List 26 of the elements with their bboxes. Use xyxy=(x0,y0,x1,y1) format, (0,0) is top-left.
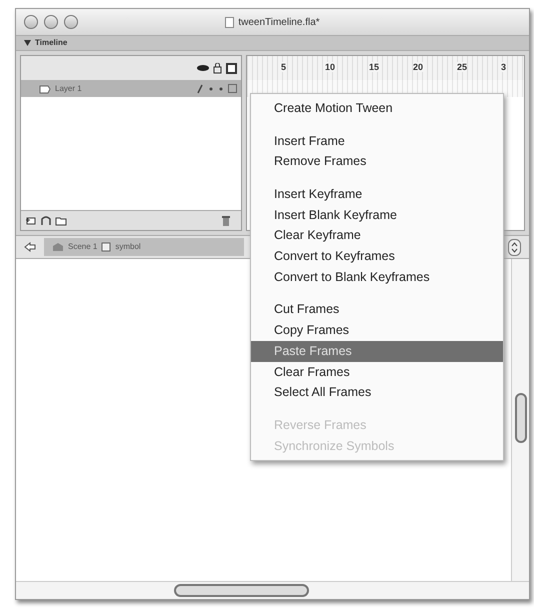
symbol-link[interactable]: symbol xyxy=(115,241,141,253)
frame-number: 5 xyxy=(281,61,288,74)
menu-item[interactable]: Insert Blank Keyframe xyxy=(251,204,503,226)
layer-row[interactable]: Layer 1 xyxy=(21,80,241,97)
menu-item[interactable]: Remove Frames xyxy=(251,151,503,172)
frame-number: 3 xyxy=(501,61,508,74)
menu-item[interactable]: Select All Frames xyxy=(251,382,503,403)
menu-item[interactable]: Insert Keyframe xyxy=(251,184,503,205)
menu-item[interactable]: Insert Frame xyxy=(251,130,503,152)
frame-number: 10 xyxy=(325,61,336,74)
window-title: tweenTimeline.fla* xyxy=(238,16,320,30)
panel-header[interactable]: Timeline xyxy=(16,35,529,51)
menu-item[interactable]: Clear Frames xyxy=(251,362,503,382)
panel-title[interactable]: Timeline xyxy=(35,37,68,49)
menu-item[interactable]: Convert to Keyframes xyxy=(251,246,503,267)
menu-item[interactable]: Cut Frames xyxy=(251,300,503,320)
frame-number: 25 xyxy=(457,61,468,74)
menu-item[interactable]: Paste Frames xyxy=(251,340,503,362)
frame-number: 15 xyxy=(369,61,380,74)
layer-name[interactable]: Layer 1 xyxy=(55,82,192,94)
scene-link[interactable]: Scene 1 xyxy=(68,241,98,253)
menu-item[interactable]: Convert to Blank Keyframes xyxy=(251,266,503,288)
menu-item[interactable]: Clear Keyframe xyxy=(251,225,503,246)
menu-item[interactable]: Copy Frames xyxy=(251,320,503,341)
frame-number: 20 xyxy=(413,61,424,74)
menu-item[interactable]: Create Motion Tween xyxy=(251,98,503,119)
